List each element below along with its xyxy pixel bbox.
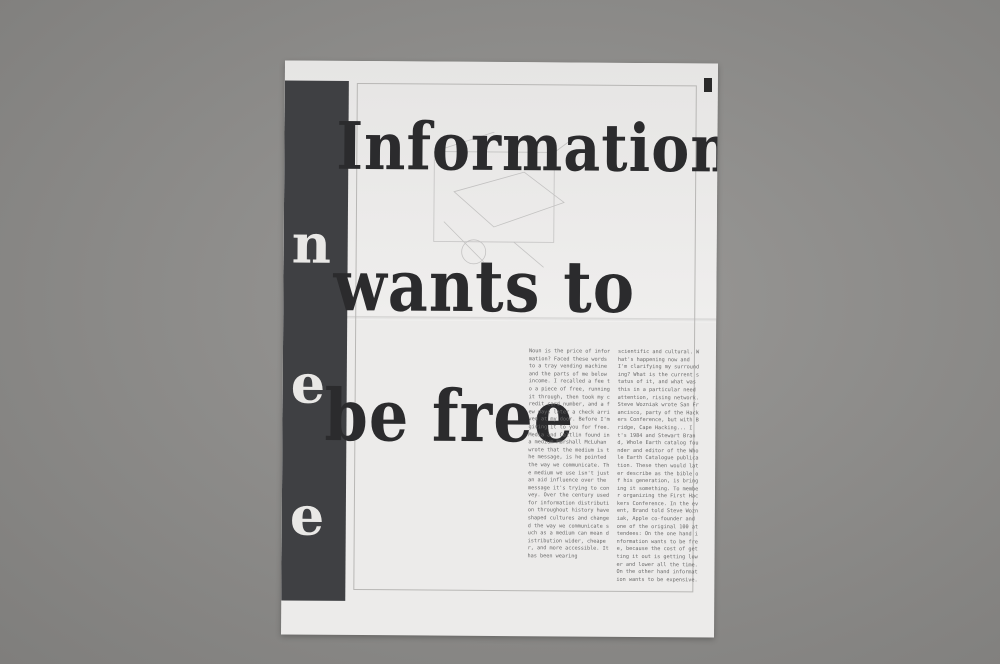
folded-poster-sheet: n e e Information wants to be free Noun … — [281, 60, 718, 638]
band-letter-fragment-1: n — [291, 211, 332, 276]
headline-line-2: wants to — [333, 243, 636, 330]
band-letter-fragment-2: e — [290, 351, 326, 416]
paper-corner-tab — [704, 78, 712, 92]
band-letter-fragment-3: e — [289, 483, 325, 548]
body-text-column-2: scientific and cultural. What's happenin… — [616, 348, 700, 584]
body-text-column-1: Noun is the price of information? Faced … — [527, 348, 611, 560]
headline-line-1: Information — [336, 107, 718, 188]
